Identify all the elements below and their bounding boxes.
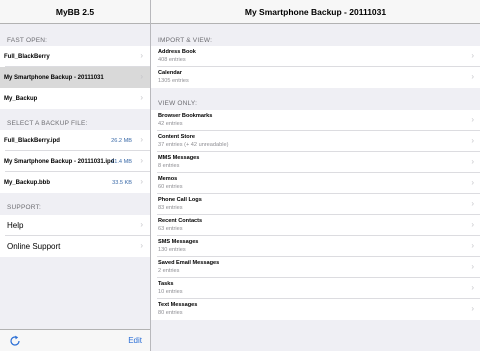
chevron-right-icon: › [471, 199, 474, 208]
item-title: Browser Bookmarks [158, 113, 213, 119]
item-count: 42 entries [158, 121, 183, 127]
chevron-right-icon: › [140, 72, 143, 81]
item-count: 8 entries [158, 163, 180, 169]
import-view-header: IMPORT & VIEW: [158, 37, 213, 44]
chevron-right-icon: › [140, 93, 143, 102]
file-size-badge: 21.4 MB [111, 159, 132, 165]
fast-open-label: My_Backup [4, 96, 38, 102]
chevron-right-icon: › [140, 220, 143, 229]
chevron-right-icon: › [471, 51, 474, 60]
view-item-text-messages[interactable]: Text Messages 80 entries › [151, 299, 480, 320]
item-title: Calendar [158, 70, 182, 76]
chevron-right-icon: › [471, 115, 474, 124]
support-label: Help [7, 221, 24, 230]
chevron-right-icon: › [140, 51, 143, 60]
chevron-right-icon: › [471, 262, 474, 271]
chevron-right-icon: › [471, 157, 474, 166]
file-size-badge: 33.5 KB [112, 180, 132, 186]
view-item-saved-email-messages[interactable]: Saved Email Messages 2 entries › [151, 257, 480, 278]
item-count: 83 entries [158, 205, 183, 211]
import-item-calendar[interactable]: Calendar 1305 entries › [151, 67, 480, 88]
chevron-right-icon: › [140, 241, 143, 250]
backup-file-full-blackberry[interactable]: Full_BlackBerry.ipd 26.2 MB › [0, 130, 150, 151]
item-count: 2 entries [158, 268, 180, 274]
view-item-browser-bookmarks[interactable]: Browser Bookmarks 42 entries › [151, 110, 480, 131]
item-count: 63 entries [158, 226, 183, 232]
fast-open-label: My Smartphone Backup - 20111031 [4, 75, 104, 81]
detail-nav-title: My Smartphone Backup - 20111031 [151, 0, 480, 24]
support-label: Online Support [7, 242, 61, 251]
chevron-right-icon: › [471, 72, 474, 81]
view-item-sms-messages[interactable]: SMS Messages 130 entries › [151, 236, 480, 257]
view-item-phone-call-logs[interactable]: Phone Call Logs 83 entries › [151, 194, 480, 215]
item-title: Memos [158, 176, 178, 182]
view-only-header: VIEW ONLY: [158, 100, 198, 107]
support-header: SUPPORT: [7, 204, 41, 211]
item-title: MMS Messages [158, 155, 200, 161]
edit-button[interactable]: Edit [128, 336, 142, 345]
item-title: Phone Call Logs [158, 197, 202, 203]
chevron-right-icon: › [140, 135, 143, 144]
item-count: 10 entries [158, 289, 183, 295]
refresh-icon[interactable] [9, 335, 21, 347]
item-title: Text Messages [158, 302, 198, 308]
chevron-right-icon: › [140, 177, 143, 186]
item-title: Tasks [158, 281, 174, 287]
left-nav-title: MyBB 2.5 [0, 0, 150, 24]
fast-open-item-my-smartphone-backup[interactable]: My Smartphone Backup - 20111031 › [0, 67, 150, 88]
import-item-address-book[interactable]: Address Book 408 entries › [151, 46, 480, 67]
item-title: Content Store [158, 134, 195, 140]
fast-open-item-full-blackberry[interactable]: Full_BlackBerry › [0, 46, 150, 67]
item-title: SMS Messages [158, 239, 199, 245]
item-count: 80 entries [158, 310, 183, 316]
backup-file-my-backup[interactable]: My_Backup.bbb 33.5 KB › [0, 172, 150, 193]
chevron-right-icon: › [471, 304, 474, 313]
chevron-right-icon: › [471, 136, 474, 145]
view-item-mms-messages[interactable]: MMS Messages 8 entries › [151, 152, 480, 173]
backup-file-my-smartphone-backup[interactable]: My Smartphone Backup - 20111031.ipd 21.4… [0, 151, 150, 172]
chevron-right-icon: › [471, 241, 474, 250]
backup-list-pane: MyBB 2.5 FAST OPEN: Full_BlackBerry › My… [0, 0, 150, 351]
support-item-help[interactable]: Help › [0, 215, 150, 236]
fast-open-header: FAST OPEN: [7, 37, 48, 44]
chevron-right-icon: › [471, 178, 474, 187]
item-count: 60 entries [158, 184, 183, 190]
item-title: Saved Email Messages [158, 260, 220, 266]
view-item-memos[interactable]: Memos 60 entries › [151, 173, 480, 194]
chevron-right-icon: › [471, 220, 474, 229]
select-backup-header: SELECT A BACKUP FILE: [7, 120, 88, 127]
backup-file-label: Full_BlackBerry.ipd [4, 138, 60, 144]
item-count: 1305 entries [158, 78, 189, 84]
view-item-recent-contacts[interactable]: Recent Contacts 63 entries › [151, 215, 480, 236]
file-size-badge: 26.2 MB [111, 138, 132, 144]
item-count: 408 entries [158, 57, 186, 63]
support-item-online-support[interactable]: Online Support › [0, 236, 150, 257]
chevron-right-icon: › [140, 156, 143, 165]
item-count: 130 entries [158, 247, 186, 253]
item-count: 37 entries (+ 42 unreadable) [158, 142, 229, 148]
left-toolbar: Edit [0, 329, 150, 351]
item-title: Address Book [158, 49, 196, 55]
backup-file-label: My Smartphone Backup - 20111031.ipd [4, 159, 115, 165]
fast-open-label: Full_BlackBerry [4, 54, 50, 60]
backup-file-label: My_Backup.bbb [4, 180, 51, 186]
chevron-right-icon: › [471, 283, 474, 292]
backup-detail-pane: My Smartphone Backup - 20111031 IMPORT &… [151, 0, 480, 351]
fast-open-item-my-backup[interactable]: My_Backup › [0, 88, 150, 109]
view-item-tasks[interactable]: Tasks 10 entries › [151, 278, 480, 299]
item-title: Recent Contacts [158, 218, 203, 224]
view-item-content-store[interactable]: Content Store 37 entries (+ 42 unreadabl… [151, 131, 480, 152]
